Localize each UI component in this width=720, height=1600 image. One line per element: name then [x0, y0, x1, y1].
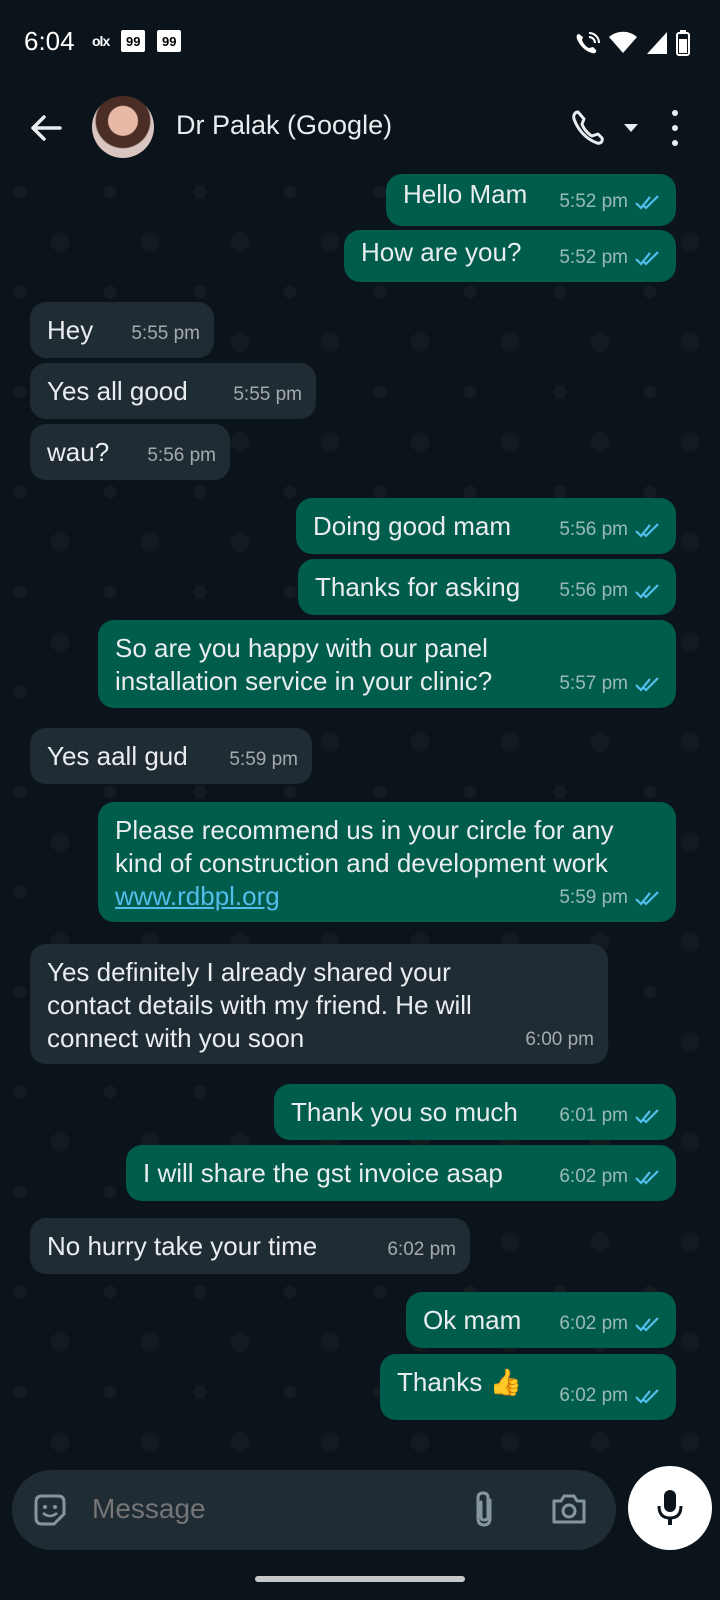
message-bubble-outgoing[interactable]: Thank you so much 6:01 pm: [274, 1084, 676, 1140]
message-input[interactable]: [90, 1492, 434, 1526]
message-bubble-outgoing[interactable]: How are you? 5:52 pm: [344, 230, 676, 282]
message-bubble-outgoing[interactable]: Hello Mam 5:52 pm: [386, 174, 676, 226]
message-time: 6:02 pm: [559, 1313, 628, 1334]
message-text: Yes definitely I already shared your con…: [47, 957, 472, 1053]
read-ticks-icon: [635, 194, 659, 210]
99-icon: 99: [157, 30, 182, 52]
contact-name[interactable]: Dr Palak (Google): [176, 110, 392, 141]
message-time: 5:59 pm: [229, 749, 298, 770]
chat-area[interactable]: Hello Mam 5:52 pm How are you? 5:52 pm H…: [0, 172, 720, 1462]
message-bubble-outgoing[interactable]: I will share the gst invoice asap 6:02 p…: [126, 1145, 676, 1201]
read-ticks-icon: [635, 1316, 659, 1332]
message-bubble-outgoing[interactable]: Please recommend us in your circle for a…: [98, 802, 676, 922]
camera-icon[interactable]: [550, 1492, 588, 1526]
read-ticks-icon: [635, 676, 659, 692]
gesture-nav-bar[interactable]: [255, 1576, 465, 1582]
message-meta: 6:00 pm: [525, 1023, 594, 1056]
message-meta: 5:55 pm: [233, 378, 302, 411]
message-meta: 5:56 pm: [559, 574, 662, 607]
status-bar: 6:04 olx 99 99: [0, 0, 720, 86]
message-bubble-outgoing[interactable]: Thanks for asking 5:56 pm: [298, 559, 676, 615]
message-time: 5:56 pm: [147, 445, 216, 466]
message-meta: 5:56 pm: [147, 439, 216, 472]
message-bubble-incoming[interactable]: Hey 5:55 pm: [30, 302, 214, 358]
message-bubble-outgoing[interactable]: Doing good mam 5:56 pm: [296, 498, 676, 554]
read-ticks-icon: [635, 890, 659, 906]
message-meta: 5:59 pm: [559, 881, 662, 914]
message-bubble-incoming[interactable]: No hurry take your time 6:02 pm: [30, 1218, 470, 1274]
sticker-emoji-icon[interactable]: [32, 1492, 68, 1528]
message-bubble-incoming[interactable]: Yes all good 5:55 pm: [30, 363, 316, 419]
message-meta: 6:02 pm: [559, 1307, 662, 1340]
read-ticks-icon: [635, 583, 659, 599]
message-meta: 5:55 pm: [131, 317, 200, 350]
wifi-call-icon: [576, 32, 600, 54]
message-meta: 6:02 pm: [559, 1160, 662, 1193]
message-time: 5:52 pm: [559, 191, 628, 212]
message-time: 6:02 pm: [559, 1385, 628, 1406]
system-icons: [574, 30, 690, 56]
message-time: 5:56 pm: [559, 519, 628, 540]
message-bubble-outgoing[interactable]: So are you happy with our panel installa…: [98, 620, 676, 708]
more-vert-icon[interactable]: [672, 110, 680, 146]
message-meta: 5:56 pm: [559, 513, 662, 546]
message-time: 6:02 pm: [559, 1166, 628, 1187]
message-time: 5:52 pm: [559, 247, 628, 268]
message-bubble-outgoing[interactable]: Thanks 👍 6:02 pm: [380, 1354, 676, 1420]
message-meta: 6:02 pm: [387, 1233, 456, 1266]
olx-icon: olx: [92, 33, 110, 49]
read-ticks-icon: [635, 1108, 659, 1124]
read-ticks-icon: [635, 1169, 659, 1185]
signal-icon: [647, 32, 667, 54]
message-bubble-incoming[interactable]: Yes aall gud 5:59 pm: [30, 728, 312, 784]
phone-icon[interactable]: [570, 108, 606, 148]
message-meta: 5:52 pm: [559, 241, 662, 274]
message-bubble-incoming[interactable]: Yes definitely I already shared your con…: [30, 944, 608, 1064]
message-bubble-incoming[interactable]: wau? 5:56 pm: [30, 424, 230, 480]
mic-icon: [657, 1490, 683, 1525]
message-meta: 6:01 pm: [559, 1099, 662, 1132]
battery-icon: [676, 30, 690, 56]
message-bubble-outgoing[interactable]: Ok mam 6:02 pm: [406, 1292, 676, 1348]
message-meta: 5:57 pm: [559, 667, 662, 700]
status-time: 6:04: [24, 26, 75, 56]
read-ticks-icon: [635, 522, 659, 538]
message-time: 6:00 pm: [525, 1029, 594, 1050]
wifi-icon: [609, 31, 637, 53]
attach-paperclip-icon[interactable]: [470, 1490, 500, 1530]
message-time: 5:57 pm: [559, 673, 628, 694]
message-meta: 5:59 pm: [229, 743, 298, 776]
message-time: 5:55 pm: [233, 384, 302, 405]
read-ticks-icon: [635, 250, 659, 266]
message-time: 6:02 pm: [387, 1239, 456, 1260]
message-time: 5:56 pm: [559, 580, 628, 601]
message-meta: 6:02 pm: [559, 1379, 662, 1412]
message-meta: 5:52 pm: [559, 185, 662, 218]
avatar[interactable]: [92, 96, 154, 158]
message-time: 6:01 pm: [559, 1105, 628, 1126]
notification-icons: olx 99 99: [92, 30, 182, 52]
message-link[interactable]: www.rdbpl.org: [115, 881, 280, 911]
message-text: So are you happy with our panel installa…: [115, 633, 493, 696]
mic-button[interactable]: [628, 1466, 712, 1550]
message-time: 5:59 pm: [559, 887, 628, 908]
chat-header: Dr Palak (Google): [0, 86, 720, 172]
read-ticks-icon: [635, 1388, 659, 1404]
message-time: 5:55 pm: [131, 323, 200, 344]
message-composer: [12, 1470, 616, 1550]
99-icon: 99: [121, 30, 146, 52]
back-arrow-icon[interactable]: [26, 108, 66, 148]
caret-down-icon[interactable]: [624, 124, 638, 132]
